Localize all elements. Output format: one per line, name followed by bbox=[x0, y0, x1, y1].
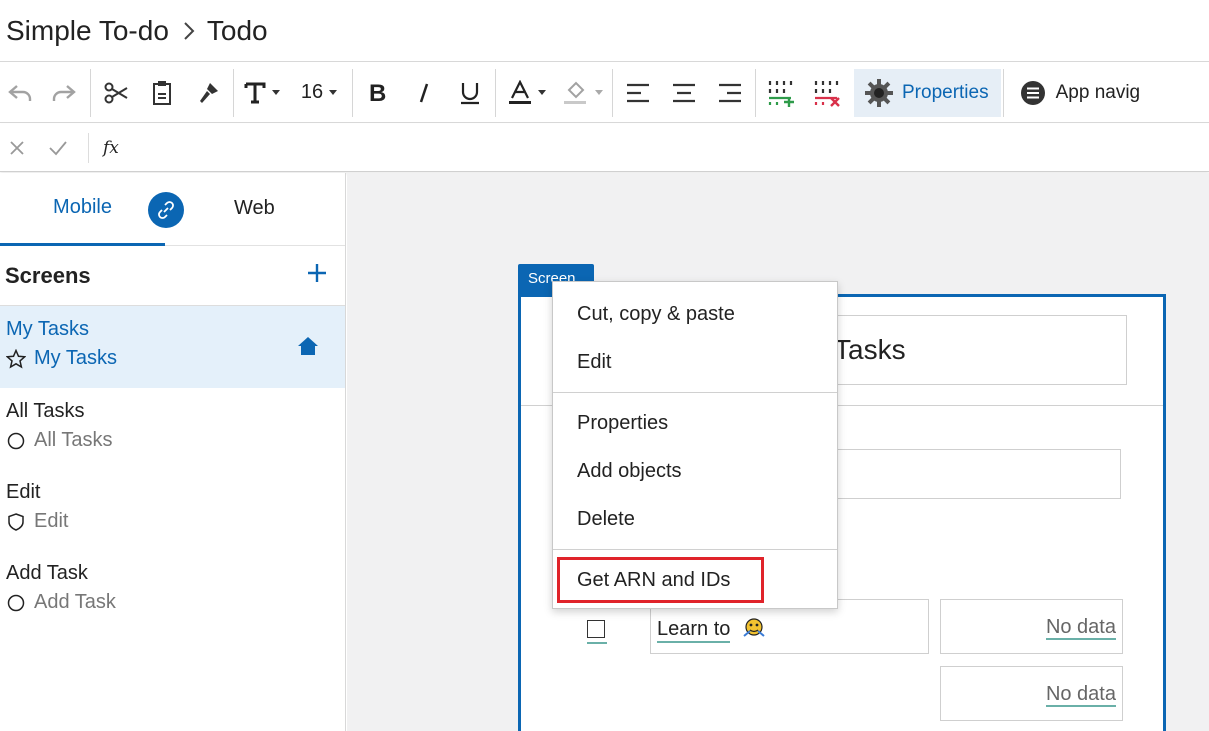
menu-item-delete[interactable]: Delete bbox=[553, 495, 837, 543]
screens-header: Screens bbox=[0, 246, 345, 306]
formula-bar: fx bbox=[0, 124, 1209, 172]
font-size-value: 16 bbox=[300, 81, 324, 103]
app-name[interactable]: Simple To-do bbox=[6, 15, 169, 47]
app-navigation-button[interactable]: App navig bbox=[1020, 80, 1141, 106]
undo-icon[interactable] bbox=[0, 63, 40, 123]
screen-subtitle-row: Add Task bbox=[6, 591, 345, 614]
app-header: Simple To-do Todo bbox=[0, 0, 1209, 62]
shield-icon bbox=[8, 512, 24, 531]
star-icon bbox=[6, 348, 26, 369]
screen-name: Edit bbox=[6, 481, 41, 503]
gear-icon bbox=[865, 78, 893, 107]
add-column-icon[interactable] bbox=[758, 63, 804, 123]
chevron-down-icon bbox=[329, 90, 338, 95]
chevron-down-icon bbox=[272, 90, 280, 95]
task-text: Learn to bbox=[657, 618, 731, 643]
menu-item-add-objects[interactable]: Add objects bbox=[553, 447, 837, 495]
confirm-icon[interactable] bbox=[34, 140, 82, 156]
cut-icon[interactable] bbox=[93, 63, 139, 123]
toolbar-divider bbox=[233, 68, 234, 117]
screen-name: Add Task bbox=[6, 562, 88, 584]
no-data-field[interactable]: No data bbox=[940, 666, 1123, 721]
font-color-icon[interactable] bbox=[498, 63, 556, 123]
fx-icon: fx bbox=[88, 132, 119, 163]
no-data-field[interactable]: No data bbox=[940, 599, 1123, 654]
screens-title: Screens bbox=[5, 262, 91, 288]
screen-subtitle-row: All Tasks bbox=[6, 429, 345, 452]
add-screen-icon[interactable] bbox=[307, 263, 327, 288]
toolbar-divider bbox=[755, 68, 756, 117]
chevron-right-icon bbox=[183, 21, 195, 41]
text-input[interactable] bbox=[831, 449, 1121, 499]
align-left-icon[interactable] bbox=[615, 63, 661, 123]
toolbar-divider bbox=[90, 68, 91, 117]
screen-subtitle-row: Edit bbox=[6, 510, 345, 533]
emoji-icon bbox=[742, 616, 766, 644]
screen-item-edit[interactable]: Edit Edit bbox=[0, 469, 345, 550]
screen-item-my-tasks[interactable]: My Tasks My Tasks bbox=[0, 306, 345, 388]
title-text: Tasks bbox=[834, 334, 906, 365]
svg-text:B: B bbox=[369, 82, 386, 104]
formula-input[interactable] bbox=[119, 128, 1209, 168]
menu-item-edit[interactable]: Edit bbox=[553, 338, 837, 386]
menu-divider bbox=[553, 392, 837, 393]
title-textbox[interactable]: Tasks bbox=[831, 315, 1127, 385]
tab-web[interactable]: Web bbox=[234, 197, 275, 220]
underline-icon[interactable] bbox=[447, 63, 493, 123]
menu-item-cut-copy-paste[interactable]: Cut, copy & paste bbox=[553, 290, 837, 338]
tab-mobile[interactable]: Mobile bbox=[0, 173, 165, 246]
properties-label: Properties bbox=[902, 81, 989, 103]
remove-column-icon[interactable] bbox=[804, 63, 850, 123]
italic-icon[interactable] bbox=[401, 63, 447, 123]
format-painter-icon[interactable] bbox=[185, 63, 231, 123]
align-center-icon[interactable] bbox=[661, 63, 707, 123]
screen-subtitle: Edit bbox=[34, 510, 69, 532]
screen-subtitle: Add Task bbox=[34, 591, 116, 613]
screens-panel: Mobile Web Screens My Tasks My Tasks All… bbox=[0, 173, 346, 731]
screen-name: My Tasks bbox=[6, 318, 89, 340]
task-checkbox[interactable] bbox=[587, 620, 605, 638]
font-size-select[interactable]: 16 bbox=[288, 63, 350, 123]
no-data-text: No data bbox=[1045, 683, 1116, 707]
menu-divider bbox=[553, 549, 837, 550]
page-name[interactable]: Todo bbox=[207, 15, 268, 47]
properties-button[interactable]: Properties bbox=[854, 68, 1001, 117]
highlight-box bbox=[557, 557, 764, 603]
menu-icon bbox=[1020, 80, 1045, 105]
text-icon[interactable] bbox=[236, 63, 288, 123]
screen-subtitle: All Tasks bbox=[34, 429, 113, 451]
screen-item-all-tasks[interactable]: All Tasks All Tasks bbox=[0, 388, 345, 469]
chevron-down-icon bbox=[538, 90, 546, 95]
app-navigation-label: App navig bbox=[1055, 81, 1141, 103]
redo-icon[interactable] bbox=[40, 63, 88, 123]
align-right-icon[interactable] bbox=[707, 63, 753, 123]
checkbox-underline bbox=[587, 642, 607, 644]
bold-icon[interactable]: B bbox=[355, 63, 401, 123]
circle-icon bbox=[7, 594, 25, 611]
paste-icon[interactable] bbox=[139, 63, 185, 123]
fill-color-icon[interactable] bbox=[556, 63, 610, 123]
toolbar-divider bbox=[495, 68, 496, 117]
no-data-text: No data bbox=[1045, 616, 1116, 640]
circle-icon bbox=[7, 432, 25, 449]
screen-item-add-task[interactable]: Add Task Add Task bbox=[0, 550, 345, 631]
toolbar-divider bbox=[612, 68, 613, 117]
device-tabs: Mobile Web bbox=[0, 173, 345, 246]
screen-name: All Tasks bbox=[6, 400, 85, 422]
screen-subtitle: My Tasks bbox=[34, 347, 117, 369]
cancel-icon[interactable] bbox=[0, 140, 34, 156]
screen-subtitle-row: My Tasks bbox=[6, 347, 345, 370]
menu-item-properties[interactable]: Properties bbox=[553, 399, 837, 447]
toolbar: 16 B Properties App navig bbox=[0, 63, 1209, 123]
chevron-down-icon bbox=[595, 90, 603, 95]
toolbar-divider bbox=[352, 68, 353, 117]
link-icon[interactable] bbox=[148, 192, 184, 228]
context-menu: Cut, copy & paste Edit Properties Add ob… bbox=[552, 281, 838, 609]
toolbar-divider bbox=[1002, 68, 1004, 117]
home-icon bbox=[297, 336, 319, 361]
